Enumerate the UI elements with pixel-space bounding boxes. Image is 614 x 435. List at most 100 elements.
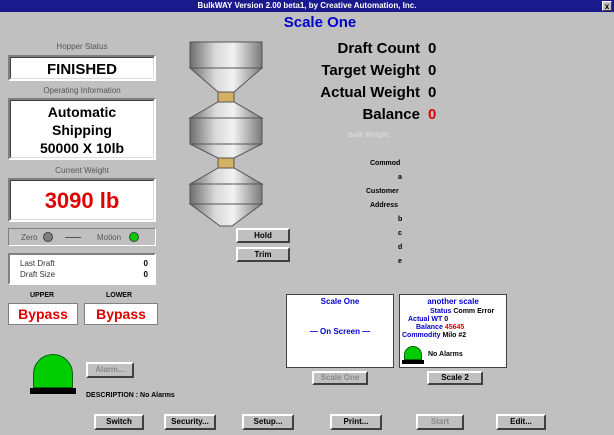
motion-indicator-light-icon [129, 232, 139, 242]
indicator-divider [65, 237, 81, 238]
draft-size-label: Draft Size [20, 270, 56, 279]
scale-one-panel[interactable]: Scale One — On Screen — [286, 294, 394, 368]
another-scale-actual-row: Actual WT 0 [408, 316, 448, 323]
actual-weight-stat: Actual Weight [320, 84, 420, 101]
operating-info-box: Automatic Shipping 50000 X 10lb [8, 98, 156, 160]
zero-indicator-light-icon [43, 232, 53, 242]
alarm-light-icon [33, 354, 73, 388]
commod-label: Commod [370, 160, 401, 167]
another-scale-alarm-base-icon [402, 360, 424, 364]
hopper-status-value: FINISHED [46, 61, 117, 78]
hopper-status-label: Hopper Status [56, 42, 108, 51]
address-label: Address [370, 202, 399, 209]
alarm-light-base-icon [30, 388, 76, 394]
current-weight-label: Current Weight [55, 166, 109, 175]
operating-info-label: Operating Information [43, 86, 121, 95]
trim-button[interactable]: Trim [236, 247, 290, 262]
commod-a-label: a [398, 174, 402, 181]
scale-one-panel-title: Scale One [320, 297, 360, 306]
another-scale-actual-label: Actual WT [408, 316, 443, 323]
hopper-status-box: FINISHED [8, 55, 156, 81]
another-scale-status-row: Status Comm Error [430, 308, 494, 315]
draft-count-stat: Draft Count [338, 40, 421, 57]
security-button[interactable]: Security... [164, 414, 216, 430]
hopper-scale-graphic [188, 41, 264, 227]
scale-one-button[interactable]: Scale One [312, 371, 368, 385]
scale-two-button-label: Scale 2 [441, 373, 469, 382]
last-draft-label: Last Draft [20, 259, 55, 268]
print-button-label: Print... [343, 417, 369, 426]
target-weight-label: Target Weight [321, 62, 420, 79]
hold-button-label: Hold [254, 231, 272, 240]
start-button[interactable]: Start [416, 414, 464, 430]
operating-line-1: Automatic [47, 104, 117, 120]
setup-button-label: Setup... [253, 417, 283, 426]
balance-value: 0 [428, 106, 437, 123]
current-weight-value: 3090 lb [44, 188, 120, 213]
start-button-label: Start [430, 417, 450, 426]
switch-button-label: Switch [106, 417, 132, 426]
setup-button[interactable]: Setup... [242, 414, 294, 430]
upper-hopper-icon [188, 41, 264, 103]
address-c-label: c [398, 230, 402, 237]
address-e-label: e [398, 258, 402, 265]
lower-bypass-status: Bypass [84, 303, 158, 325]
window-title: BulkWAY Version 2.00 beta1, by Creative … [197, 1, 417, 10]
security-button-label: Security... [171, 417, 209, 426]
address-b-label: b [398, 216, 403, 223]
another-scale-alarms: No Alarms [428, 351, 463, 358]
switch-button[interactable]: Switch [94, 414, 144, 430]
another-scale-status-value: Comm Error [453, 308, 495, 315]
balance-label: Balance [362, 106, 420, 123]
operating-line-3: 50000 X 10lb [39, 140, 125, 156]
another-scale-actual-value: 0 [444, 316, 449, 323]
scale-title: Scale One [283, 14, 357, 31]
trim-button-label: Trim [254, 250, 272, 259]
target-weight-value: 0 [428, 62, 437, 79]
target-weight-stat: Target Weight [321, 62, 420, 79]
another-scale-commodity-label: Commodity [402, 332, 441, 339]
actual-weight-label: Actual Weight [320, 84, 420, 101]
last-draft-value: 0 [143, 259, 148, 268]
window-titlebar: BulkWAY Version 2.00 beta1, by Creative … [0, 0, 614, 12]
edit-button[interactable]: Edit... [496, 414, 546, 430]
alarm-button-label: Alarm... [95, 365, 125, 374]
lower-label: LOWER [105, 292, 133, 299]
motion-label: Motion [97, 233, 122, 242]
another-scale-commodity-row: Commodity Milo #2 [402, 332, 466, 339]
another-scale-balance-label: Balance [416, 324, 443, 331]
upper-label: UPPER [29, 292, 55, 299]
alarm-button[interactable]: Alarm... [86, 362, 134, 378]
alarm-description: DESCRIPTION : No Alarms [86, 392, 175, 399]
draft-size-value: 0 [143, 270, 148, 279]
zero-label: Zero [21, 233, 38, 242]
hold-button[interactable]: Hold [236, 228, 290, 243]
actual-weight-value: 0 [428, 84, 437, 101]
another-scale-panel[interactable]: another scale Status Comm Error Actual W… [399, 294, 507, 368]
balance-stat: Balance [362, 106, 420, 123]
scale-one-button-label: Scale One [320, 373, 360, 382]
another-scale-status-label: Status [430, 308, 452, 315]
customer-label: Customer [366, 188, 399, 195]
close-button[interactable]: x [602, 1, 612, 11]
bulk-weight-label: Bulk Weight [348, 132, 389, 139]
draft-count-value: 0 [428, 40, 437, 57]
current-weight-box: 3090 lb [8, 178, 156, 222]
another-scale-balance-value: 45645 [444, 324, 465, 331]
upper-bypass-status: Bypass [8, 303, 78, 325]
zero-motion-indicators: Zero Motion [8, 228, 156, 246]
operating-line-2: Shipping [52, 122, 112, 138]
another-scale-balance-row: Balance 45645 [416, 324, 464, 331]
scale-hopper-icon [188, 101, 264, 169]
draft-info-box: Last Draft 0 Draft Size 0 [8, 253, 156, 285]
print-button[interactable]: Print... [330, 414, 382, 430]
lower-hopper-icon [188, 167, 264, 227]
address-d-label: d [398, 244, 403, 251]
draft-count-label: Draft Count [337, 40, 421, 57]
another-scale-commodity-value: Milo #2 [442, 332, 467, 339]
another-scale-panel-title: another scale [427, 297, 479, 306]
edit-button-label: Edit... [510, 417, 532, 426]
close-icon: x [604, 2, 610, 11]
another-scale-alarm-light-icon [404, 346, 422, 360]
scale-two-button[interactable]: Scale 2 [427, 371, 483, 385]
